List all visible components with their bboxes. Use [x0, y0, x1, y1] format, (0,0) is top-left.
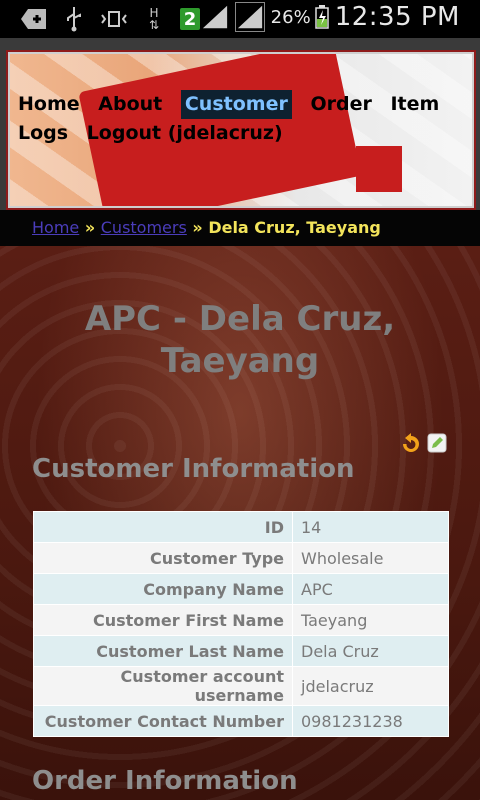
row-value: 0981231238	[292, 705, 449, 737]
breadcrumb-separator: »	[192, 218, 203, 237]
table-row: Customer account username jdelacruz	[33, 666, 449, 706]
breadcrumb-home-link[interactable]: Home	[32, 218, 79, 237]
row-label: Company Name	[33, 573, 293, 605]
main-nav: Home About Customer Order Item Logs Logo…	[18, 90, 474, 148]
data-arrows-icon: ⇅	[148, 18, 160, 32]
breadcrumb-separator: »	[84, 218, 96, 237]
usb-icon	[60, 5, 88, 33]
row-value: Taeyang	[292, 604, 449, 636]
table-row: ID 14	[33, 511, 449, 543]
banner-puzzle-piece	[356, 146, 402, 192]
nav-item[interactable]: Item	[390, 90, 439, 119]
battery-icon	[314, 5, 329, 29]
network-type-icon: H ⇅	[140, 5, 168, 33]
edit-icon[interactable]	[426, 432, 448, 454]
nav-home[interactable]: Home	[18, 90, 80, 119]
nav-customer[interactable]: Customer	[180, 90, 292, 119]
status-bar: H ⇅ 2 26% 12:35 PM	[0, 0, 480, 38]
table-row: Company Name APC	[33, 573, 449, 605]
sim-badge: 2	[180, 8, 200, 30]
nav-logout[interactable]: Logout (jdelacruz)	[87, 119, 283, 148]
table-row: Customer First Name Taeyang	[33, 604, 449, 636]
table-row: Customer Last Name Dela Cruz	[33, 635, 449, 667]
breadcrumb: Home » Customers » Dela Cruz, Taeyang	[0, 210, 480, 246]
order-information-heading: Order Information	[32, 766, 298, 796]
page-title: APC - Dela Cruz, Taeyang	[30, 298, 450, 382]
row-value: 14	[292, 511, 449, 543]
customer-information-heading: Customer Information	[32, 454, 355, 484]
page-title-line-2: Taeyang	[160, 341, 320, 381]
breadcrumb-customers-link[interactable]: Customers	[101, 218, 187, 237]
row-value: Wholesale	[292, 542, 449, 574]
signal-icon-1	[201, 3, 229, 31]
nav-logs[interactable]: Logs	[18, 119, 68, 148]
page-title-line-1: APC - Dela Cruz,	[84, 299, 396, 339]
row-value: jdelacruz	[292, 666, 449, 706]
record-actions	[400, 432, 448, 454]
row-label: Customer Contact Number	[33, 705, 293, 737]
row-value: Dela Cruz	[292, 635, 449, 667]
row-label: Customer account username	[33, 666, 293, 706]
status-bar-right: 26% 12:35 PM	[201, 2, 460, 32]
battery-percent: 26%	[270, 6, 311, 28]
clock: 12:35 PM	[334, 2, 460, 32]
row-label: Customer Type	[33, 542, 293, 574]
table-row: Customer Contact Number 0981231238	[33, 705, 449, 737]
add-notification-icon	[20, 5, 48, 33]
row-value: APC	[292, 573, 449, 605]
breadcrumb-current: Dela Cruz, Taeyang	[208, 218, 381, 237]
nav-order[interactable]: Order	[310, 90, 371, 119]
back-icon[interactable]	[400, 432, 422, 454]
row-label: ID	[33, 511, 293, 543]
vibrate-icon	[100, 5, 128, 33]
nav-about[interactable]: About	[98, 90, 162, 119]
site-header: Home About Customer Order Item Logs Logo…	[0, 38, 480, 213]
table-row: Customer Type Wholesale	[33, 542, 449, 574]
customer-info-table: ID 14 Customer Type Wholesale Company Name…	[33, 511, 449, 737]
battery-indicator: 26%	[271, 5, 329, 29]
signal-icon-2	[234, 2, 265, 32]
row-label: Customer First Name	[33, 604, 293, 636]
status-bar-left: H ⇅ 2	[20, 5, 200, 33]
main-content: APC - Dela Cruz, Taeyang Customer Inform…	[0, 246, 480, 800]
row-label: Customer Last Name	[33, 635, 293, 667]
